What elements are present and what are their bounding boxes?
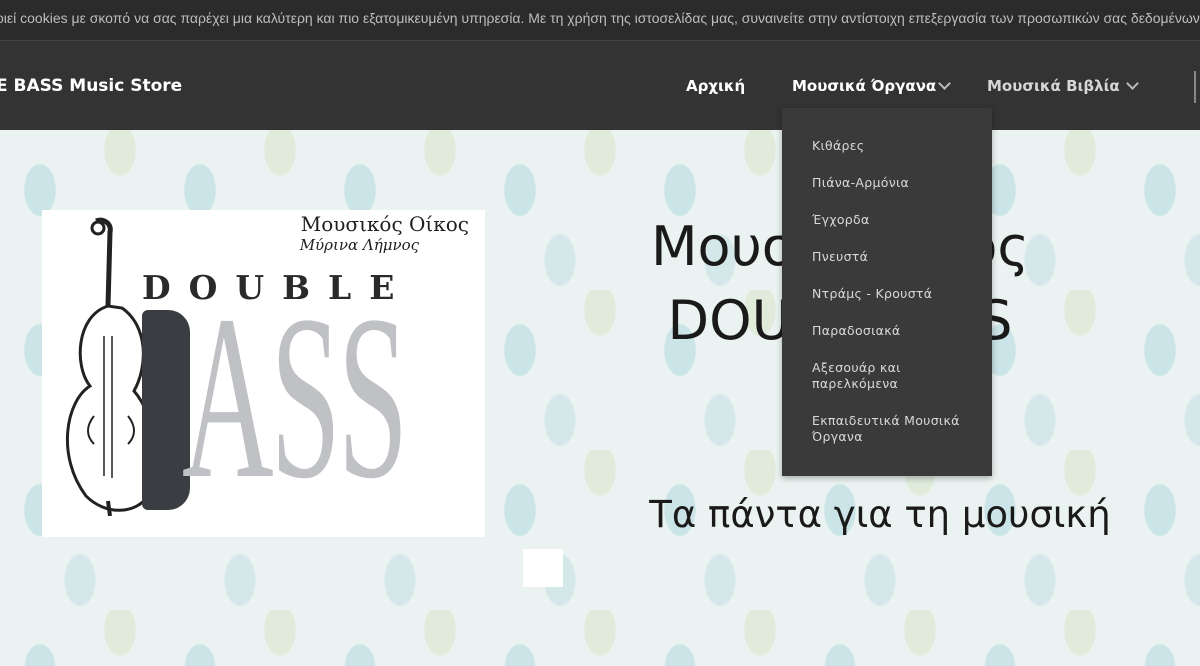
dropdown-item-drums[interactable]: Ντράμς - Κρουστά [782,286,992,302]
dropdown-item-strings[interactable]: Έγχορδα [782,212,992,228]
instruments-dropdown-menu: Κιθάρες Πιάνα-Αρμόνια Έγχορδα Πνευστά Ντ… [782,108,992,476]
cookie-consent-bar: οιεί cookies με σκοπό να σας παρέχει μια… [0,0,1200,40]
logo-heading: Μουσικός Οίκος [300,212,469,236]
dropdown-item-pianos[interactable]: Πιάνα-Αρμόνια [782,175,992,191]
nav-home[interactable]: Αρχική [686,77,745,95]
chevron-down-icon[interactable] [938,77,951,90]
nav-musical-instruments[interactable]: Μουσικά Όργανα [792,77,936,95]
placeholder-box [523,549,563,587]
dropdown-item-educational[interactable]: Εκπαιδευτικά Μουσικά Όργανα [782,413,992,445]
main-navbar: E BASS Music Store Αρχική Μουσικά Όργανα… [0,40,1200,130]
hero-subtitle: Τα πάντα για τη μουσική [649,493,1111,536]
dropdown-item-winds[interactable]: Πνευστά [782,249,992,265]
site-brand[interactable]: E BASS Music Store [0,76,182,96]
store-logo: Μουσικός Οίκος Μύρινα Λήμνος DOUBLE ASS [42,210,485,537]
cookie-consent-text: οιεί cookies με σκοπό να σας παρέχει μια… [0,10,1200,26]
nav-divider [1194,71,1196,103]
dropdown-item-accessories[interactable]: Αξεσουάρ και παρελκόμενα [782,360,992,392]
dropdown-item-guitars[interactable]: Κιθάρες [782,138,992,154]
logo-location: Μύρινα Λήμνος [299,236,419,254]
hero-section: Μουσικός Οίκος Μύρινα Λήμνος DOUBLE ASS … [0,130,1200,666]
dropdown-item-traditional[interactable]: Παραδοσιακά [782,323,992,339]
logo-word-bass: ASS [182,267,408,527]
nav-music-books[interactable]: Μουσικά Βιβλία [987,77,1120,95]
chevron-down-icon[interactable] [1126,77,1139,90]
